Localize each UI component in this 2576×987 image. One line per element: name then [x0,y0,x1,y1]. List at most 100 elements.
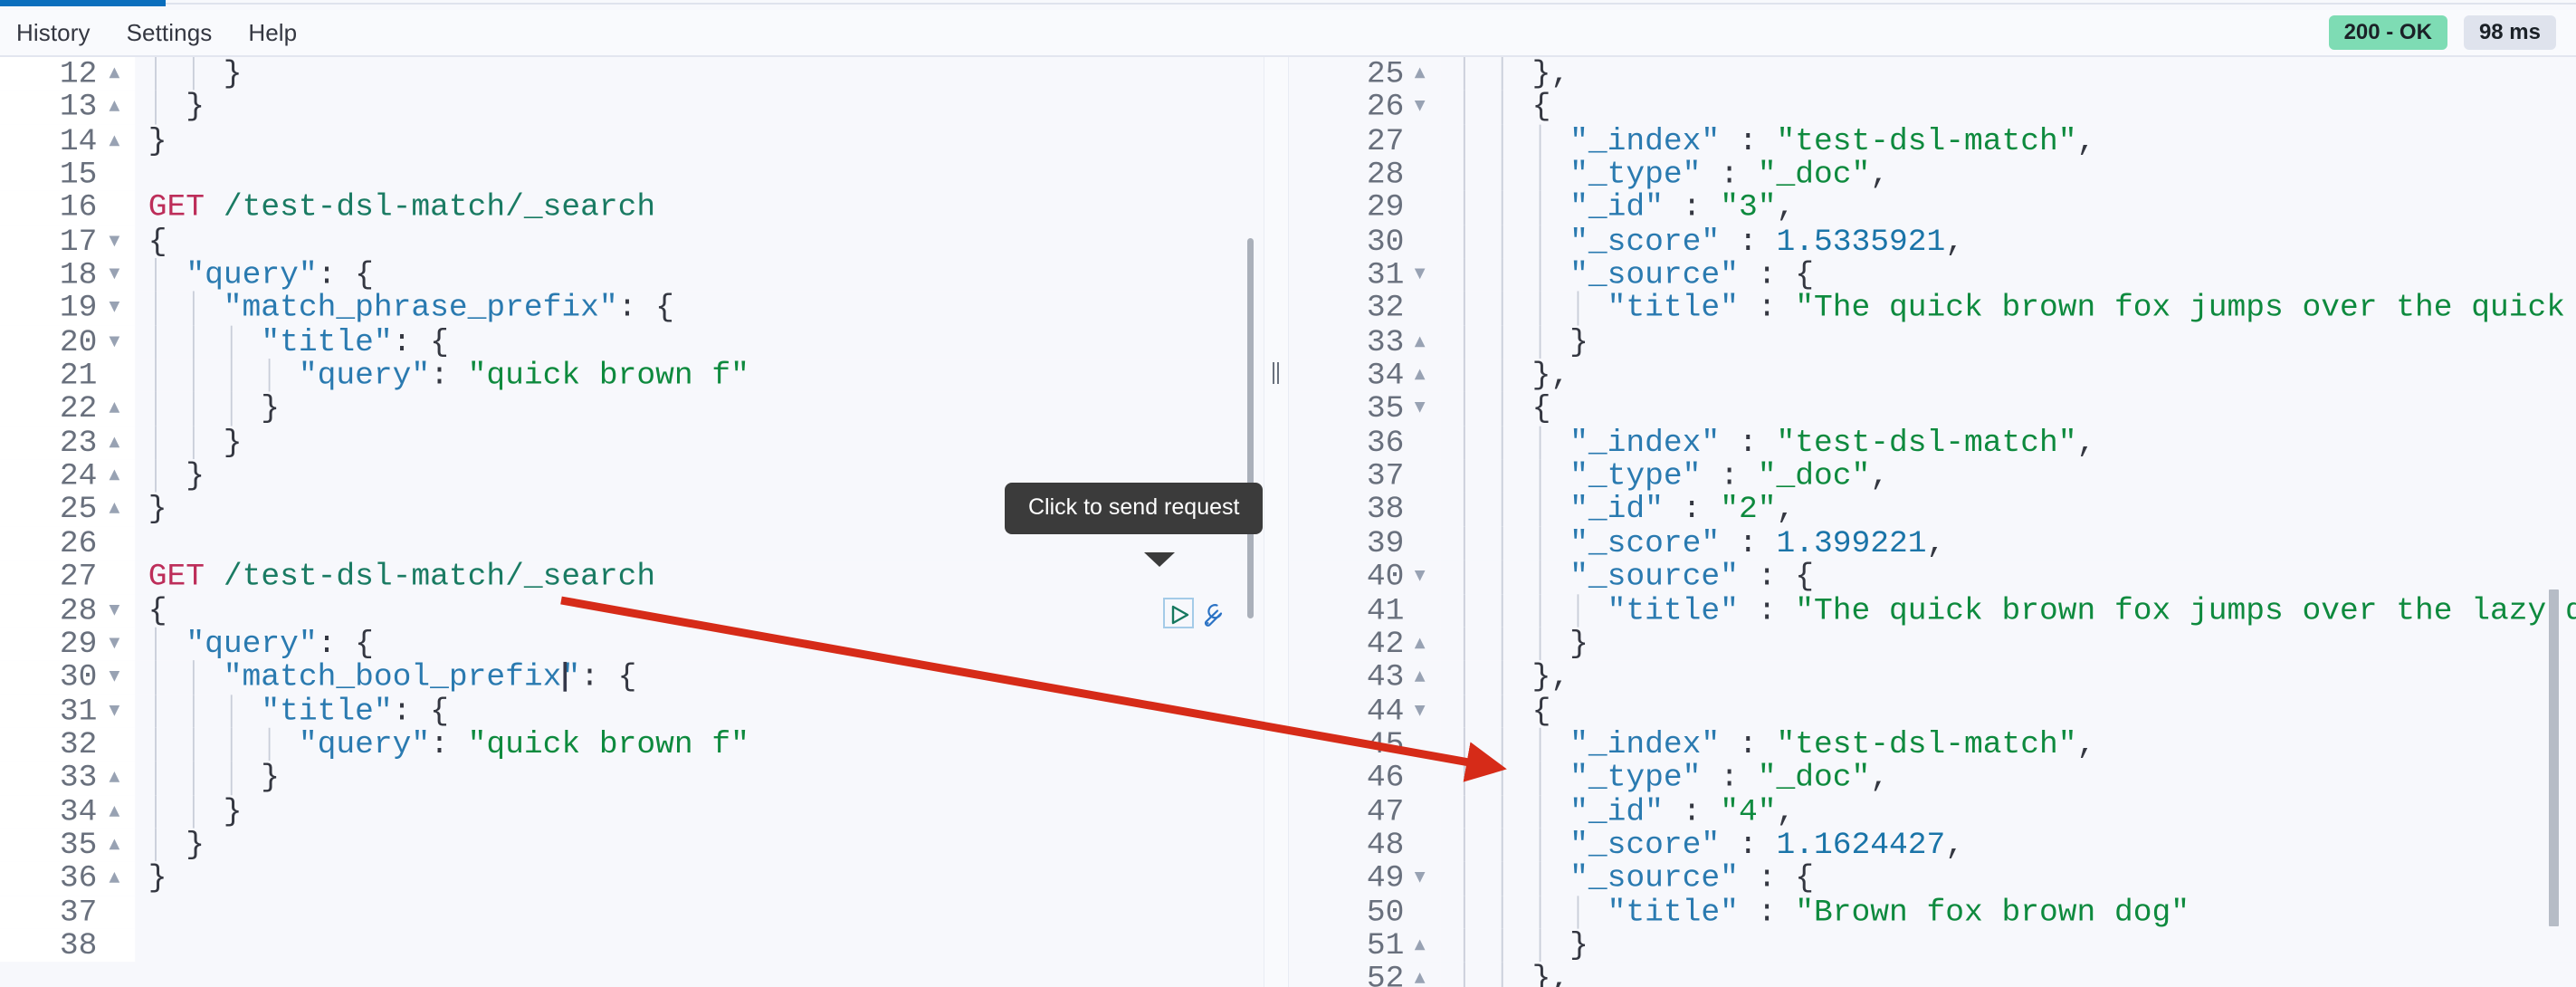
code-line[interactable]: 36 ▴} [0,861,1264,896]
code-line[interactable]: 48 "_score" : 1.1624427, [1289,828,2576,862]
fold-up-icon[interactable]: ▴ [104,762,126,795]
code-line[interactable]: 35 ▴ } [0,828,1264,862]
fold-down-icon[interactable]: ▾ [1409,392,1431,426]
fold-up-icon[interactable]: ▴ [1409,660,1431,694]
code-line[interactable]: 21 "query": "quick brown f" [0,359,1264,392]
code-line[interactable]: 25 ▴ }, [1289,57,2576,91]
code-line[interactable]: 23 ▴ } [0,426,1264,459]
code-line[interactable]: 50 "title" : "Brown fox brown dog" [1289,895,2576,929]
code-line[interactable]: 28 "_type" : "_doc", [1289,157,2576,191]
code-line[interactable]: 30 ▾ "match_bool_prefix": { [0,660,1264,694]
menu-item-help[interactable]: Help [248,15,297,51]
fold-up-icon[interactable]: ▴ [1409,325,1431,359]
code-line[interactable]: 20 ▾ "title": { [0,325,1264,359]
fold-up-icon[interactable]: ▴ [104,392,126,426]
fold-up-icon[interactable]: ▴ [1409,359,1431,392]
code-line[interactable]: 34 ▴ }, [1289,359,2576,392]
fold-down-icon[interactable]: ▾ [104,325,126,359]
fold-up-icon[interactable]: ▴ [104,829,126,862]
code-line[interactable]: 12 ▴ } [0,57,1264,91]
token-punc: : [1701,457,1758,494]
pane-splitter-handle[interactable] [1271,362,1282,384]
code-line[interactable]: 38 [0,928,1264,963]
code-line[interactable]: 15 [0,157,1264,191]
menu-item-history[interactable]: History [16,15,91,51]
fold-up-icon[interactable]: ▴ [1409,57,1431,91]
code-line[interactable]: 33 ▴ } [1289,325,2576,359]
code-line[interactable]: 47 "_id" : "4", [1289,792,2576,829]
code-line[interactable]: 33 ▴ } [0,759,1264,796]
response-vertical-scrollbar[interactable] [2549,589,2559,926]
code-line[interactable]: 14 ▴} [0,123,1264,158]
code-line[interactable]: 26 ▾ { [1289,90,2576,124]
code-line[interactable]: 51 ▴ } [1289,928,2576,963]
code-line[interactable]: 39 "_score" : 1.399221, [1289,526,2576,560]
code-line[interactable]: 40 ▾ "_source" : { [1289,560,2576,593]
code-line[interactable]: 52 ▴ }, [1289,962,2576,987]
code-line[interactable]: 27 "_index" : "test-dsl-match", [1289,123,2576,158]
request-actions-wrench-button[interactable] [1199,601,1226,628]
response-viewer-pane[interactable]: 25 ▴ }, 26 ▾ {27 "_index" : "test-dsl-match… [1289,57,2576,987]
code-line[interactable]: 44 ▾ { [1289,694,2576,728]
fold-up-icon[interactable]: ▴ [104,426,126,459]
request-horizontal-scrollbar[interactable] [0,977,1264,987]
token-key: "match_phrase_prefix" [223,290,618,327]
fold-down-icon[interactable]: ▾ [104,660,126,694]
code-line[interactable]: 31 ▾ "_source" : { [1289,258,2576,292]
code-text: "_source" : { [1440,861,2576,896]
code-line[interactable]: 42 ▴ } [1289,627,2576,660]
fold-down-icon[interactable]: ▾ [1409,91,1431,124]
code-line[interactable]: 43 ▴ }, [1289,660,2576,694]
fold-down-icon[interactable]: ▾ [104,627,126,660]
fold-up-icon[interactable]: ▴ [104,862,126,896]
code-line[interactable]: 49 ▾ "_source" : { [1289,861,2576,896]
code-line[interactable]: 18 ▾ "query": { [0,258,1264,292]
code-line[interactable]: 27 GET /test-dsl-match/_search [0,560,1264,593]
token-punc: } [148,759,281,796]
menu-item-settings[interactable]: Settings [127,15,213,51]
code-line[interactable]: 17 ▾ { [0,224,1264,258]
fold-up-icon[interactable]: ▴ [104,459,126,493]
code-line[interactable]: 46 "_type" : "_doc", [1289,761,2576,795]
fold-up-icon[interactable]: ▴ [104,493,126,526]
code-line[interactable]: 29 "_id" : "3", [1289,190,2576,225]
response-code-area[interactable]: 25 ▴ }, 26 ▾ {27 "_index" : "test-dsl-match… [1289,57,2576,987]
fold-down-icon[interactable]: ▾ [1409,560,1431,593]
fold-up-icon[interactable]: ▴ [104,57,126,91]
fold-down-icon[interactable]: ▾ [104,694,126,727]
fold-down-icon[interactable]: ▾ [1409,258,1431,292]
code-line[interactable]: 32 "query": "quick brown f" [0,727,1264,762]
fold-down-icon[interactable]: ▾ [1409,862,1431,896]
code-line[interactable]: 22 ▴ } [0,392,1264,426]
fold-up-icon[interactable]: ▴ [104,795,126,829]
request-vertical-scrollbar[interactable] [1247,238,1254,618]
fold-down-icon[interactable]: ▾ [104,258,126,292]
code-line[interactable]: 36 "_index" : "test-dsl-match", [1289,426,2576,459]
fold-up-icon[interactable]: ▴ [1409,929,1431,963]
code-line[interactable]: 19 ▾ "match_phrase_prefix": { [0,292,1264,325]
fold-down-icon[interactable]: ▾ [1409,694,1431,727]
code-line[interactable]: 31 ▾ "title": { [0,694,1264,728]
code-line[interactable]: 35 ▾ { [1289,392,2576,426]
code-line[interactable]: 28 ▾ { [0,593,1264,627]
code-line[interactable]: 41 "title" : "The quick brown fox jumps … [1289,593,2576,627]
token-punc: , [1776,792,1796,829]
fold-up-icon[interactable]: ▴ [1409,627,1431,660]
code-line[interactable]: 13 ▴ } [0,90,1264,124]
code-line[interactable]: 34 ▴ } [0,794,1264,829]
fold-down-icon[interactable]: ▾ [104,593,126,627]
code-line[interactable]: 45 "_index" : "test-dsl-match", [1289,727,2576,762]
fold-down-icon[interactable]: ▾ [104,292,126,325]
code-line[interactable]: 38 "_id" : "2", [1289,493,2576,526]
fold-up-icon[interactable]: ▴ [104,124,126,158]
fold-up-icon[interactable]: ▴ [104,91,126,124]
send-request-play-button[interactable] [1163,598,1194,628]
code-line[interactable]: 37 "_type" : "_doc", [1289,459,2576,493]
code-line[interactable]: 37 [0,895,1264,929]
fold-down-icon[interactable]: ▾ [104,225,126,258]
fold-up-icon[interactable]: ▴ [1409,963,1431,987]
code-line[interactable]: 16 GET /test-dsl-match/_search [0,190,1264,225]
code-line[interactable]: 29 ▾ "query": { [0,627,1264,660]
code-line[interactable]: 30 "_score" : 1.5335921, [1289,224,2576,258]
code-line[interactable]: 32 "title" : "The quick brown fox jumps … [1289,292,2576,325]
